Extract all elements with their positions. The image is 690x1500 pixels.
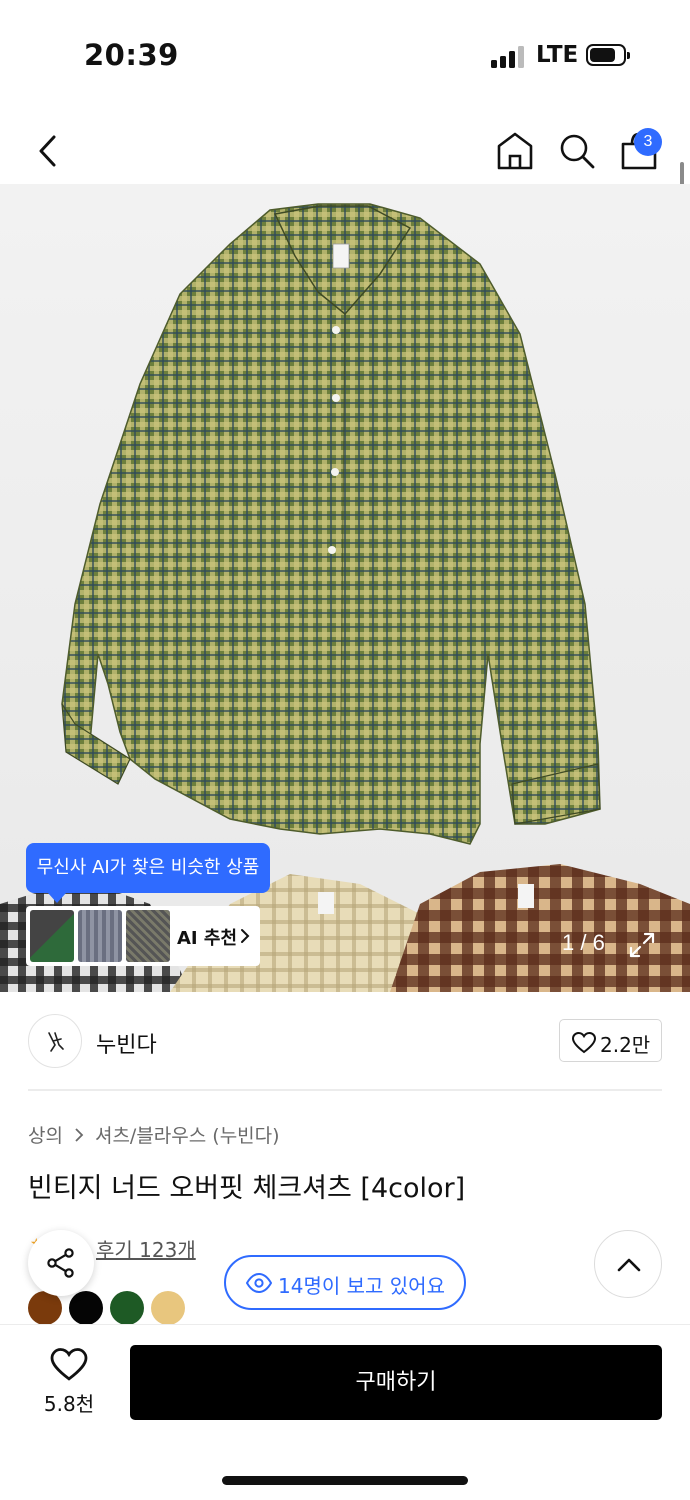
ai-similar-tooltip[interactable]: 무신사 AI가 찾은 비슷한 상품	[26, 843, 270, 903]
search-icon	[560, 134, 595, 169]
home-indicator	[222, 1476, 468, 1485]
search-button[interactable]	[554, 126, 600, 174]
signal-icon	[491, 46, 525, 68]
status-bar: 20:39 LTE	[0, 0, 690, 110]
brand-like-button[interactable]: 2.2만	[559, 1019, 662, 1062]
ai-thumb-1	[30, 910, 74, 962]
product-title: 빈티지 너드 오버핏 체크셔츠 [4color]	[28, 1173, 466, 1204]
home-button[interactable]	[492, 126, 538, 174]
back-button[interactable]	[28, 126, 72, 176]
ai-thumb-3	[126, 910, 170, 962]
breadcrumb-item-category[interactable]: 상의	[28, 1121, 63, 1148]
cart-count-badge: 3	[634, 128, 662, 156]
expand-icon[interactable]	[628, 931, 656, 959]
share-icon	[47, 1248, 74, 1278]
brand-like-count: 2.2만	[600, 1033, 651, 1057]
ai-recommend-card[interactable]: AI 추천	[26, 906, 260, 966]
breadcrumb: 상의 셔츠/블라우스 (누빈다)	[28, 1121, 280, 1148]
network-label: LTE	[536, 42, 579, 68]
chevron-up-icon	[617, 1258, 641, 1272]
heart-icon	[572, 1032, 596, 1054]
wishlist-button[interactable]: 5.8천	[30, 1346, 108, 1418]
color-swatch-black[interactable]	[69, 1291, 103, 1325]
color-swatch-green[interactable]	[110, 1291, 144, 1325]
color-swatch-brown[interactable]	[28, 1291, 62, 1325]
status-time: 20:39	[84, 38, 179, 72]
chevron-right-icon	[75, 1127, 84, 1142]
brand-logo-icon	[48, 1032, 64, 1052]
buy-button[interactable]: 구매하기	[130, 1345, 662, 1420]
share-button[interactable]	[28, 1230, 94, 1296]
review-link[interactable]: 후기 123개	[96, 1234, 196, 1263]
back-icon	[39, 135, 56, 167]
color-swatch-beige[interactable]	[151, 1291, 185, 1325]
eye-icon	[246, 1273, 272, 1293]
home-icon	[497, 132, 533, 170]
viewers-pill: 14명이 보고 있어요	[224, 1255, 466, 1310]
wishlist-count: 5.8천	[43, 1392, 95, 1416]
ai-recommend-label: AI 추천	[177, 928, 238, 949]
brand-logo[interactable]	[28, 1014, 82, 1068]
battery-icon	[586, 44, 630, 66]
gallery-page-counter: 1 / 6	[562, 930, 605, 955]
scroll-top-button[interactable]	[594, 1230, 662, 1298]
viewers-text: 14명이 보고 있어요	[278, 1274, 445, 1298]
divider	[28, 1089, 662, 1091]
chevron-right-icon	[241, 929, 250, 943]
breadcrumb-item-subcategory[interactable]: 셔츠/블라우스 (누빈다)	[95, 1121, 280, 1148]
ai-thumb-2	[78, 910, 122, 962]
heart-icon	[50, 1348, 88, 1381]
brand-name[interactable]: 누빈다	[96, 1027, 157, 1059]
